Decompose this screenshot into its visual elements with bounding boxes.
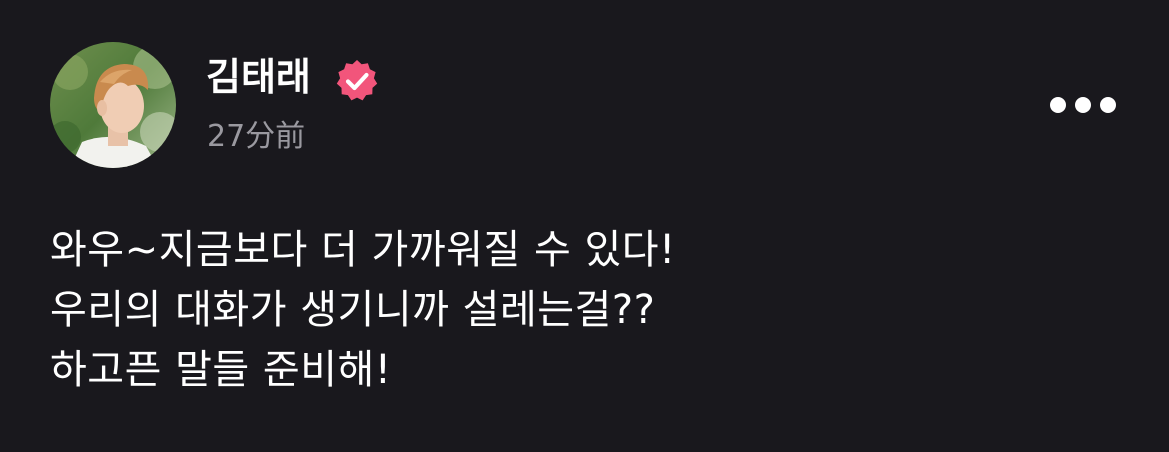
post-timestamp: 27分前 — [207, 119, 306, 154]
post-body: 와우~지금보다 더 가까워질 수 있다! 우리의 대화가 생기니까 설레는걸??… — [50, 220, 1130, 400]
post-body-line: 우리의 대화가 생기니까 설레는걸?? — [50, 287, 656, 333]
more-horizontal-icon — [1075, 97, 1091, 113]
post-body-line: 와우~지금보다 더 가까워질 수 있다! — [50, 227, 676, 273]
avatar-photo — [50, 42, 176, 168]
more-options-button[interactable] — [1050, 90, 1116, 120]
more-horizontal-icon — [1050, 97, 1066, 113]
post-body-line: 하고픈 말들 준비해! — [50, 347, 392, 393]
post-card: 김태래 27分前 와우~지금보다 더 가까워질 수 있다! 우리의 대화가 생기… — [0, 0, 1169, 452]
author-name[interactable]: 김태래 — [206, 54, 311, 100]
verified-badge-icon — [333, 57, 381, 105]
avatar[interactable] — [50, 42, 176, 168]
more-horizontal-icon — [1100, 97, 1116, 113]
